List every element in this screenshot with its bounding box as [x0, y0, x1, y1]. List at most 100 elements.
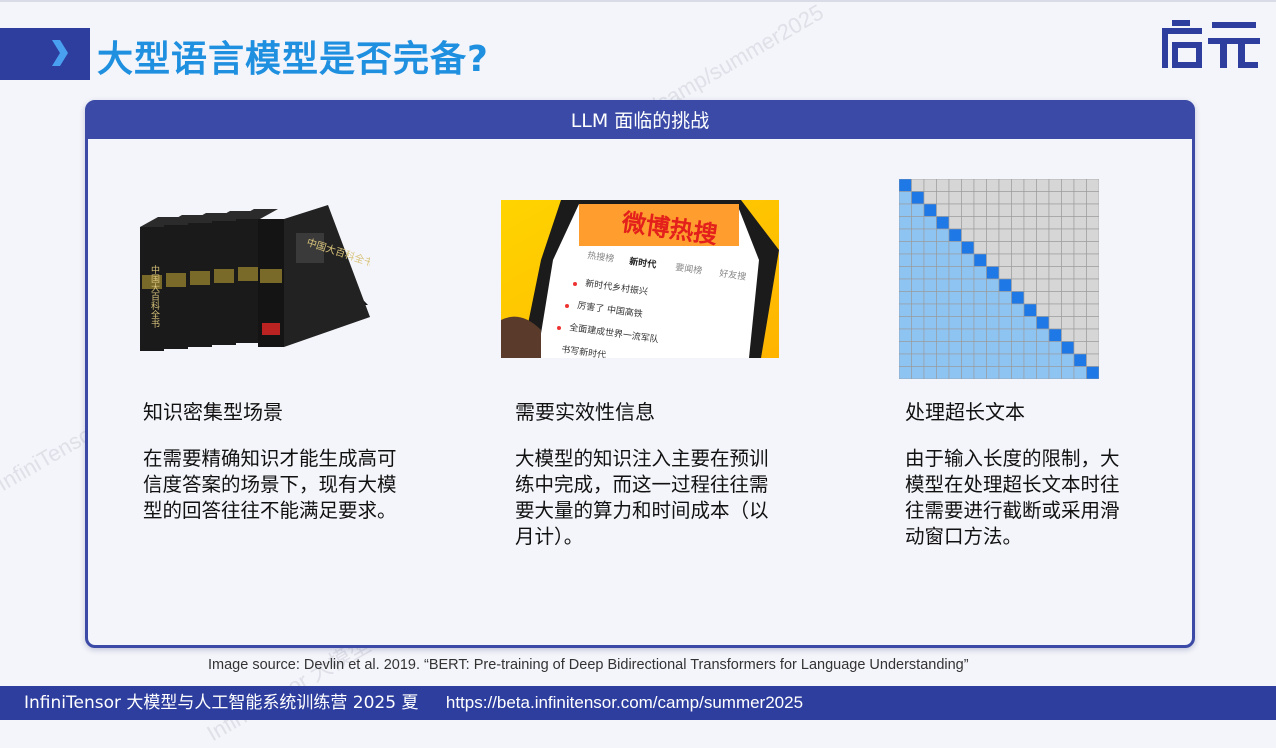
attention-cell — [1073, 216, 1087, 230]
attention-cell — [973, 203, 987, 217]
attention-cell — [1086, 291, 1099, 305]
attention-cell — [998, 241, 1012, 255]
attention-cell — [1048, 291, 1062, 305]
attention-cell — [936, 241, 950, 255]
attention-cell — [1061, 203, 1075, 217]
attention-cell — [1023, 316, 1037, 330]
attention-cell — [1023, 291, 1037, 305]
attention-cell — [1036, 328, 1050, 342]
attention-cell — [1023, 303, 1037, 317]
attention-cell — [1011, 366, 1025, 379]
attention-cell — [911, 366, 925, 379]
attention-cell — [973, 216, 987, 230]
attention-cell — [936, 366, 950, 379]
attention-cell — [1073, 291, 1087, 305]
attention-cell — [1023, 266, 1037, 280]
attention-cell — [1073, 253, 1087, 267]
attention-cell — [1061, 341, 1075, 355]
attention-cell — [1011, 303, 1025, 317]
attention-cell — [998, 266, 1012, 280]
attention-cell — [899, 191, 912, 205]
attention-cell — [1073, 328, 1087, 342]
attention-cell — [986, 328, 1000, 342]
attention-cell — [1048, 353, 1062, 367]
attention-cell — [948, 191, 962, 205]
attention-cell — [961, 228, 975, 242]
book-spine-label: 中国大百科全书 — [149, 264, 160, 329]
attention-cell — [1073, 316, 1087, 330]
attention-cell — [973, 303, 987, 317]
attention-cell — [1073, 353, 1087, 367]
attention-cell — [1061, 278, 1075, 292]
attention-cell — [1086, 253, 1099, 267]
column-text-long-text: 由于输入长度的限制，大模型在处理超长文本时往往需要进行截断或采用滑动窗口方法。 — [905, 447, 1120, 548]
attention-cell — [1011, 328, 1025, 342]
attention-cell — [899, 228, 912, 242]
attention-cell — [1036, 303, 1050, 317]
attention-cell — [1048, 191, 1062, 205]
attention-cell — [923, 179, 937, 192]
attention-cell — [1048, 316, 1062, 330]
attention-cell — [923, 203, 937, 217]
footer-url[interactable]: https://beta.infinitensor.com/camp/summe… — [446, 693, 803, 712]
attention-cell — [986, 266, 1000, 280]
attention-cell — [1086, 241, 1099, 255]
attention-cell — [936, 203, 950, 217]
attention-cell — [1036, 216, 1050, 230]
attention-cell — [899, 241, 912, 255]
attention-cell — [923, 191, 937, 205]
attention-cell — [911, 303, 925, 317]
attention-cell — [948, 316, 962, 330]
attention-cell — [1023, 278, 1037, 292]
attention-cell — [998, 179, 1012, 192]
attention-cell — [948, 353, 962, 367]
attention-cell — [1036, 179, 1050, 192]
attention-cell — [923, 291, 937, 305]
attention-cell — [1073, 203, 1087, 217]
attention-cell — [911, 328, 925, 342]
page-title: 大型语言模型是否完备? — [97, 39, 489, 80]
attention-cell — [948, 216, 962, 230]
attention-cell — [961, 253, 975, 267]
attention-cell — [986, 241, 1000, 255]
attention-cell — [899, 253, 912, 267]
attention-cell — [1073, 278, 1087, 292]
attention-cell — [948, 203, 962, 217]
attention-cell — [936, 266, 950, 280]
attention-cell — [936, 353, 950, 367]
attention-cell — [1048, 278, 1062, 292]
attention-cell — [923, 341, 937, 355]
attention-cell — [1061, 303, 1075, 317]
attention-cell — [923, 303, 937, 317]
attention-cell — [998, 216, 1012, 230]
attention-cell — [998, 278, 1012, 292]
attention-cell — [899, 328, 912, 342]
attention-cell — [961, 303, 975, 317]
attention-cell — [923, 266, 937, 280]
attention-cell — [948, 179, 962, 192]
attention-cell — [911, 341, 925, 355]
attention-cell — [973, 278, 987, 292]
attention-cell — [961, 328, 975, 342]
attention-cell — [998, 191, 1012, 205]
attention-cell — [1036, 291, 1050, 305]
attention-cell — [911, 216, 925, 230]
attention-cell — [899, 353, 912, 367]
attention-cell — [1048, 253, 1062, 267]
attention-cell — [986, 303, 1000, 317]
attention-cell — [1048, 303, 1062, 317]
attention-cell — [936, 179, 950, 192]
encyclopedia-books-image: 中国大百科全书 中国大百科全书 — [140, 205, 370, 351]
attention-cell — [961, 353, 975, 367]
attention-cell — [998, 303, 1012, 317]
attention-cell — [1061, 216, 1075, 230]
attention-cell — [1011, 216, 1025, 230]
attention-cell — [1011, 228, 1025, 242]
attention-cell — [998, 341, 1012, 355]
attention-cell — [1061, 366, 1075, 379]
attention-cell — [1086, 341, 1099, 355]
attention-cell — [1023, 328, 1037, 342]
attention-cell — [948, 253, 962, 267]
attention-cell — [1086, 216, 1099, 230]
column-heading-knowledge: 知识密集型场景 — [143, 400, 283, 424]
